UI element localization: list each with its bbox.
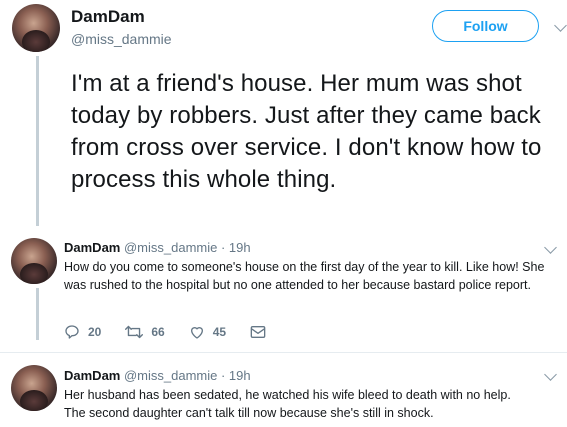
heart-icon (190, 327, 203, 339)
tweet-text-line: Her husband has been sedated, he watched… (64, 388, 511, 402)
author-handle[interactable]: @miss_dammie (71, 31, 172, 47)
tweet-meta[interactable]: @miss_dammie · 19h (124, 240, 251, 255)
retweet-icon (125, 325, 144, 339)
chevron-down-icon[interactable] (554, 19, 567, 32)
like-action[interactable]: 45 (189, 324, 226, 340)
retweet-count: 66 (151, 325, 165, 339)
like-count: 45 (212, 325, 227, 339)
reply-action[interactable]: 20 (64, 324, 101, 340)
chevron-down-icon[interactable] (544, 241, 557, 254)
tweet-actions: 20 66 45 (64, 324, 298, 340)
author-name[interactable]: DamDam (64, 368, 120, 383)
avatar[interactable] (11, 238, 57, 284)
chevron-down-icon[interactable] (544, 368, 557, 381)
retweet-action[interactable]: 66 (125, 324, 165, 340)
tweet-text: I'm at a friend's house. Her mum was sho… (71, 70, 542, 193)
tweet-meta[interactable]: @miss_dammie · 19h (124, 368, 251, 383)
reply-icon (65, 325, 79, 339)
avatar[interactable] (12, 4, 60, 52)
follow-button[interactable]: Follow (432, 10, 539, 42)
reply-header: DamDam @miss_dammie · 19h (64, 368, 251, 383)
thread-line (36, 288, 39, 340)
tweet-text-line: The second daughter can't talk till now … (64, 406, 434, 420)
tweet-text: How do you come to someone's house on th… (64, 260, 545, 292)
thread-line (36, 56, 39, 226)
reply-count: 20 (88, 325, 102, 339)
envelope-icon (250, 326, 266, 338)
avatar[interactable] (11, 365, 57, 411)
author-name[interactable]: DamDam (71, 7, 145, 27)
divider (0, 352, 567, 353)
reply-header: DamDam @miss_dammie · 19h (64, 240, 251, 255)
dm-action[interactable] (250, 325, 274, 339)
author-name[interactable]: DamDam (64, 240, 120, 255)
